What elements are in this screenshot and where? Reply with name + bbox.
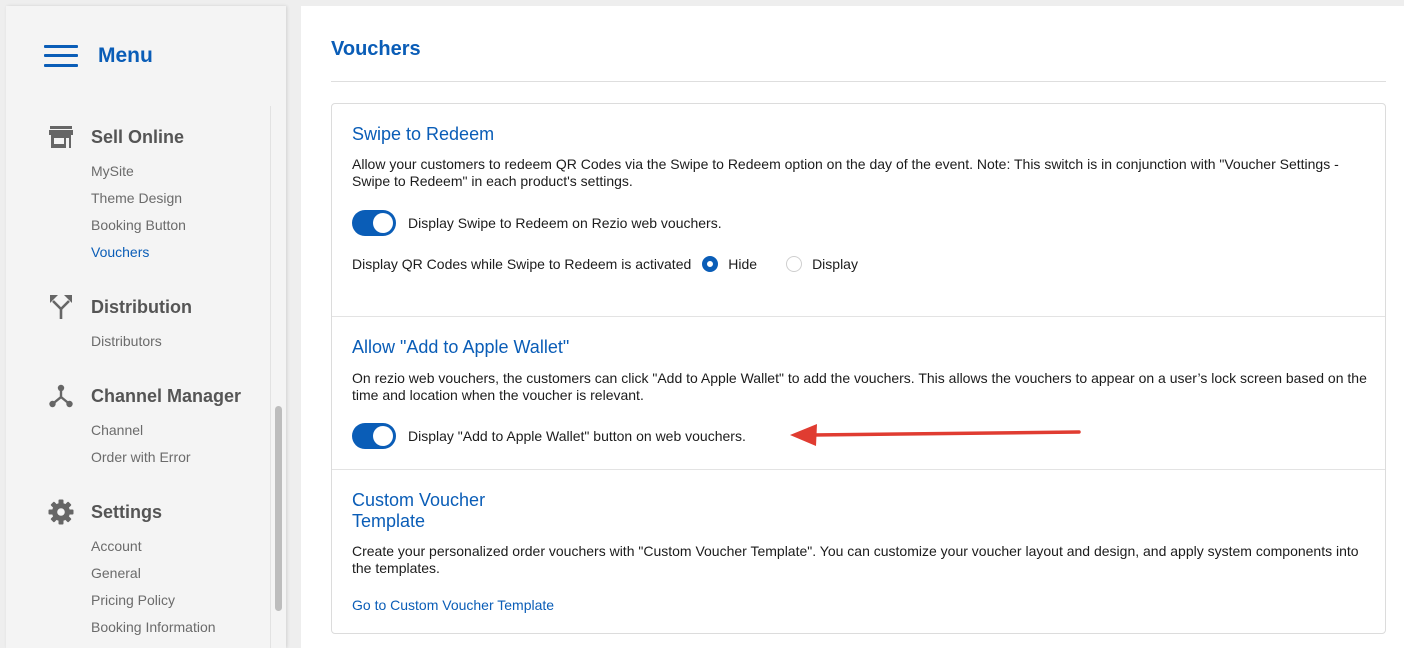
- hub-icon: [48, 383, 74, 409]
- swipe-toggle-label: Display Swipe to Redeem on Rezio web vou…: [408, 215, 722, 231]
- nav-section-label: Distribution: [91, 296, 192, 317]
- nav-section-distribution[interactable]: Distribution: [48, 294, 192, 320]
- wallet-toggle[interactable]: [352, 423, 396, 449]
- section-divider: [332, 469, 1385, 470]
- custom-template-title-line2: Template: [352, 511, 426, 531]
- radio-hide-label[interactable]: Hide: [728, 256, 757, 272]
- sidebar-scroll-thumb[interactable]: [275, 406, 282, 611]
- qr-option-question: Display QR Codes while Swipe to Redeem i…: [352, 256, 692, 272]
- swipe-toggle-row: Display Swipe to Redeem on Rezio web vou…: [352, 210, 722, 236]
- nav-item-mysite[interactable]: MySite: [91, 162, 134, 180]
- nav-section-channel-manager[interactable]: Channel Manager: [48, 383, 241, 409]
- nav-item-order-with-error[interactable]: Order with Error: [91, 448, 191, 466]
- store-icon: [48, 124, 74, 150]
- title-divider: [331, 81, 1386, 82]
- custom-template-link[interactable]: Go to Custom Voucher Template: [352, 597, 554, 613]
- menu-title: Menu: [98, 44, 153, 67]
- menu-header: Menu: [44, 44, 153, 68]
- nav-item-booking-button[interactable]: Booking Button: [91, 216, 186, 234]
- section-divider: [332, 316, 1385, 317]
- hamburger-menu-icon[interactable]: [44, 45, 78, 67]
- nav-section-label: Channel Manager: [91, 385, 242, 406]
- split-arrows-icon: [48, 294, 74, 320]
- swipe-toggle[interactable]: [352, 210, 396, 236]
- nav-item-vouchers[interactable]: Vouchers: [91, 243, 149, 261]
- nav-item-channel[interactable]: Channel: [91, 421, 143, 439]
- nav-item-distributors[interactable]: Distributors: [91, 332, 162, 350]
- nav-section-sell-online[interactable]: Sell Online: [48, 124, 184, 150]
- sidebar-scrollbar[interactable]: [272, 106, 286, 648]
- custom-template-title-line1: Custom Voucher: [352, 490, 486, 510]
- voucher-settings-card: Swipe to Redeem Allow your customers to …: [331, 103, 1386, 634]
- sidebar: Menu Sell Online MySite Theme Design Boo…: [6, 6, 286, 648]
- page-title: Vouchers: [331, 38, 421, 60]
- qr-display-options: Display QR Codes while Swipe to Redeem i…: [352, 255, 858, 273]
- wallet-toggle-row: Display "Add to Apple Wallet" button on …: [352, 423, 746, 449]
- sidebar-nav: Sell Online MySite Theme Design Booking …: [6, 106, 271, 648]
- main-content: Vouchers Swipe to Redeem Allow your cust…: [301, 6, 1404, 648]
- wallet-section-description: On rezio web vouchers, the customers can…: [352, 370, 1367, 403]
- wallet-section-title: Allow "Add to Apple Wallet": [352, 337, 570, 357]
- gear-icon: [48, 499, 74, 525]
- nav-section-label: Settings: [91, 501, 163, 522]
- nav-section-settings[interactable]: Settings: [48, 499, 162, 525]
- nav-section-label: Sell Online: [91, 126, 185, 147]
- nav-item-account[interactable]: Account: [91, 537, 142, 555]
- radio-display-label[interactable]: Display: [812, 256, 858, 272]
- custom-template-description: Create your personalized order vouchers …: [352, 543, 1359, 576]
- nav-item-pricing-policy[interactable]: Pricing Policy: [91, 591, 175, 609]
- swipe-section-title: Swipe to Redeem: [352, 124, 495, 144]
- swipe-section-description: Allow your customers to redeem QR Codes …: [352, 156, 1339, 189]
- nav-item-theme-design[interactable]: Theme Design: [91, 189, 182, 207]
- nav-item-booking-information[interactable]: Booking Information: [91, 618, 216, 636]
- nav-item-general[interactable]: General: [91, 564, 141, 582]
- wallet-toggle-label: Display "Add to Apple Wallet" button on …: [408, 428, 746, 444]
- radio-display[interactable]: [786, 256, 803, 272]
- radio-hide[interactable]: [702, 256, 719, 272]
